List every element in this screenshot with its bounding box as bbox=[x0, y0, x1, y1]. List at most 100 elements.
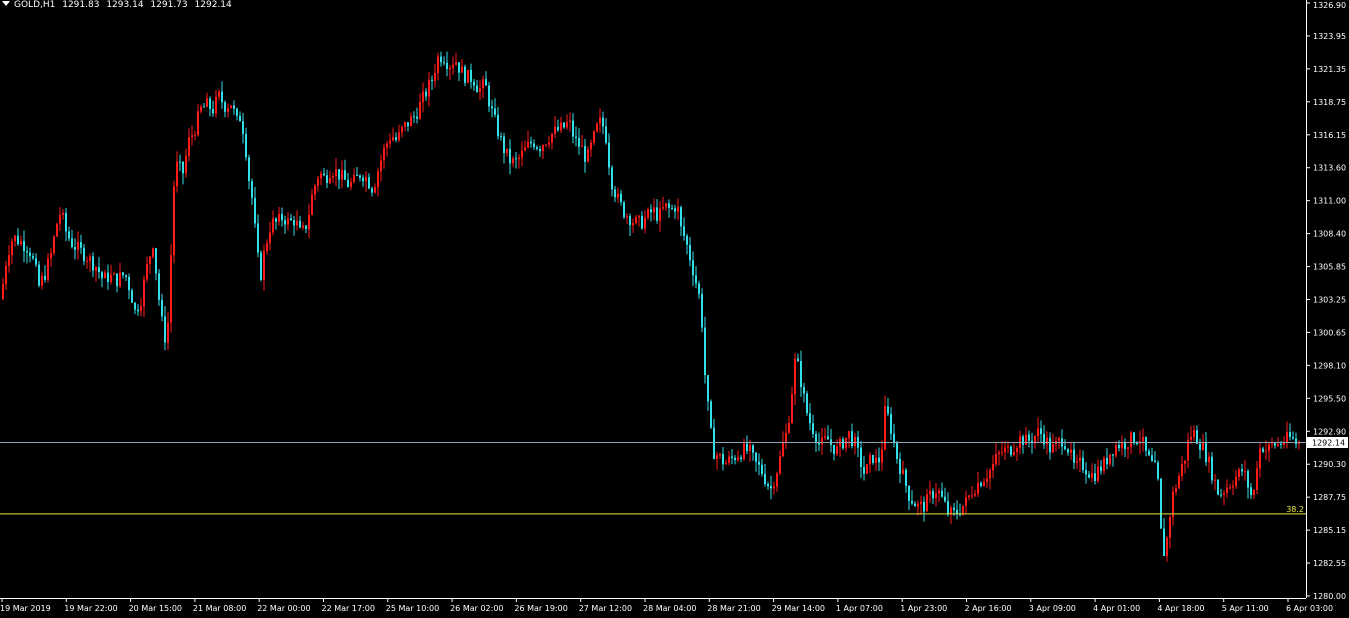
candle-body bbox=[410, 116, 412, 127]
candle-body bbox=[62, 212, 64, 215]
candle-body bbox=[821, 437, 823, 445]
candle-body bbox=[386, 143, 388, 148]
candle-body bbox=[1112, 454, 1114, 456]
candle-body bbox=[275, 218, 277, 222]
candle-body bbox=[1265, 450, 1267, 452]
candle-body bbox=[89, 256, 91, 262]
time-tick-label: 5 Apr 11:00 bbox=[1222, 604, 1269, 613]
candle-body bbox=[29, 252, 31, 257]
candle-body bbox=[791, 394, 793, 423]
candle-body bbox=[1232, 485, 1234, 488]
candle-body bbox=[734, 457, 736, 461]
candle-body bbox=[1181, 463, 1183, 477]
candle-body bbox=[212, 108, 214, 114]
candle-body bbox=[665, 203, 667, 208]
price-tick-label: 1300.65 bbox=[1313, 328, 1346, 337]
candle-body bbox=[23, 241, 25, 252]
candle-body bbox=[869, 455, 871, 465]
candle-body bbox=[683, 226, 685, 236]
candle-body bbox=[908, 485, 910, 501]
candle-body bbox=[14, 235, 16, 242]
candle-body bbox=[626, 216, 628, 218]
candle-body bbox=[833, 444, 835, 454]
candle-body bbox=[1085, 470, 1087, 475]
candle-body bbox=[686, 235, 688, 245]
candle-body bbox=[434, 73, 436, 82]
candle-body bbox=[1229, 487, 1231, 489]
candle-body bbox=[1094, 473, 1096, 482]
candle-body bbox=[695, 275, 697, 284]
candle-body bbox=[779, 456, 781, 474]
candle-body bbox=[53, 236, 55, 254]
candle-body bbox=[26, 251, 28, 253]
candle-body bbox=[590, 142, 592, 150]
candle-body bbox=[1001, 452, 1003, 454]
candle-body bbox=[752, 445, 754, 453]
candle-body bbox=[446, 62, 448, 70]
candle-body bbox=[794, 358, 796, 395]
candle-body bbox=[1148, 450, 1150, 456]
time-tick-label: 28 Mar 04:00 bbox=[643, 604, 696, 613]
candle-body bbox=[962, 505, 964, 515]
candle-body bbox=[731, 456, 733, 458]
candle-body bbox=[530, 141, 532, 144]
time-axis[interactable]: 19 Mar 2019 19 Mar 22:00 20 Mar 15:00 21 Ma… bbox=[0, 598, 1333, 613]
candle-body bbox=[557, 126, 559, 131]
high-value: 1293.14 bbox=[106, 0, 144, 10]
candle-body bbox=[470, 70, 472, 82]
candle-body bbox=[875, 457, 877, 463]
candle-body bbox=[74, 247, 76, 250]
price-chart[interactable]: 38.2 1326.90 1323.95 1321.35 1318.75 1316.15… bbox=[0, 0, 1349, 618]
candle-body bbox=[377, 171, 379, 188]
candle-body bbox=[1049, 437, 1051, 453]
candle-body bbox=[764, 473, 766, 485]
candle-body bbox=[1169, 517, 1171, 538]
candle-body bbox=[263, 251, 265, 280]
candle-body bbox=[947, 501, 949, 514]
candle-body bbox=[179, 161, 181, 163]
candle-body bbox=[1292, 437, 1294, 439]
candle-body bbox=[236, 108, 238, 116]
candle-body bbox=[1097, 466, 1099, 482]
candle-body bbox=[524, 147, 526, 151]
candle-body bbox=[491, 106, 493, 109]
candle-body bbox=[518, 157, 520, 160]
candle-body bbox=[980, 482, 982, 487]
candle-body bbox=[1067, 449, 1069, 453]
candle-body bbox=[32, 256, 34, 259]
candle-body bbox=[659, 208, 661, 221]
candle-body bbox=[1277, 443, 1279, 446]
candle-body bbox=[488, 85, 490, 107]
candle-body bbox=[551, 133, 553, 143]
candle-body bbox=[152, 248, 154, 257]
candle-body bbox=[1028, 434, 1030, 441]
candle-body bbox=[1118, 445, 1120, 449]
candle-body bbox=[992, 463, 994, 471]
candle-body bbox=[11, 241, 13, 256]
candle-body bbox=[803, 387, 805, 394]
candle-body bbox=[125, 275, 127, 277]
candle-body bbox=[35, 258, 37, 265]
candle-body bbox=[572, 120, 574, 137]
candle-body bbox=[191, 135, 193, 138]
candle-body bbox=[608, 142, 610, 168]
candle-body bbox=[596, 123, 598, 132]
time-tick-label: 4 Apr 18:00 bbox=[1157, 604, 1204, 613]
candle-body bbox=[689, 244, 691, 261]
candle-body bbox=[383, 147, 385, 161]
candle-body bbox=[296, 220, 298, 226]
candle-body bbox=[71, 238, 73, 248]
candle-body bbox=[1025, 434, 1027, 445]
price-axis[interactable]: 1326.90 1323.95 1321.35 1318.75 1316.15 1313.… bbox=[1306, 1, 1346, 601]
candle-body bbox=[113, 273, 115, 275]
candle-body bbox=[971, 495, 973, 497]
candle-body bbox=[227, 107, 229, 112]
price-tick-label: 1308.40 bbox=[1313, 230, 1346, 239]
candle-body bbox=[680, 207, 682, 227]
candle-body bbox=[260, 252, 262, 280]
candle-body bbox=[1064, 446, 1066, 450]
candle-body bbox=[1244, 471, 1246, 473]
candle-body bbox=[797, 358, 799, 362]
candle-body bbox=[662, 207, 664, 209]
dropdown-triangle-icon[interactable] bbox=[2, 1, 10, 6]
